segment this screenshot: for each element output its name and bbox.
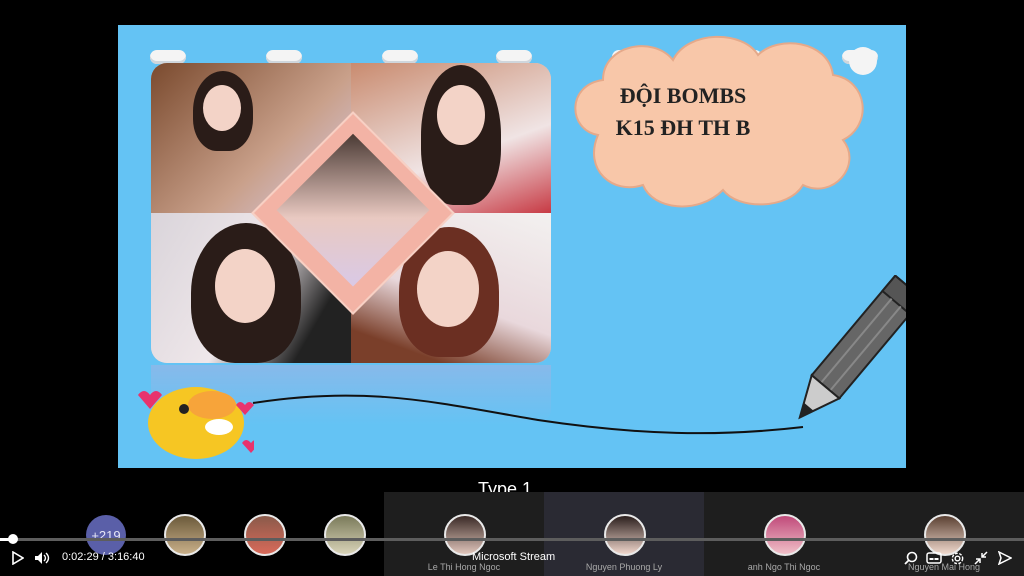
collapse-icon (974, 551, 988, 565)
collapse-button[interactable] (974, 550, 988, 566)
participant-tile[interactable]: Le Thi Hong Ngoc (384, 492, 544, 576)
captions-icon (926, 552, 942, 564)
avatar (764, 514, 806, 556)
avatar[interactable] (164, 514, 206, 556)
share-icon (998, 551, 1012, 565)
duration: 3:16:40 (107, 551, 145, 563)
time-separator: / (101, 551, 105, 563)
progress-thumb[interactable] (8, 534, 18, 544)
avatar (604, 514, 646, 556)
participant-tile[interactable]: Nguyen Phuong Ly (544, 492, 704, 576)
captions-button[interactable] (926, 550, 942, 566)
search-button[interactable] (904, 550, 918, 566)
volume-icon (35, 552, 50, 564)
progress-track[interactable] (0, 538, 1024, 541)
time-display: 0:02:29 / 3:16:40 (62, 551, 145, 563)
more-participants-badge[interactable]: +219 (86, 515, 126, 555)
avatar[interactable] (244, 514, 286, 556)
gear-icon (951, 552, 964, 564)
settings-button[interactable] (950, 550, 965, 566)
volume-button[interactable] (34, 550, 50, 566)
participant-tile[interactable]: anh Ngo Thi Ngoc (704, 492, 864, 576)
presentation-slide: ĐỘI BOMBS K15 ĐH TH B (118, 25, 906, 468)
participant-name: Nguyen Phuong Ly (585, 562, 663, 572)
pencil-icon (798, 275, 906, 420)
play-icon (12, 551, 24, 565)
search-icon (904, 551, 918, 565)
avatar (444, 514, 486, 556)
current-time: 0:02:29 (62, 551, 99, 563)
avatar[interactable] (324, 514, 366, 556)
participant-name: Le Thi Hong Ngoc (427, 562, 501, 572)
brand-label: Microsoft Stream (472, 551, 556, 563)
chick-mascot-icon (138, 387, 254, 459)
participant-name: anh Ngo Thi Ngoc (747, 562, 821, 572)
share-button[interactable] (998, 550, 1012, 566)
play-button[interactable] (10, 550, 24, 566)
